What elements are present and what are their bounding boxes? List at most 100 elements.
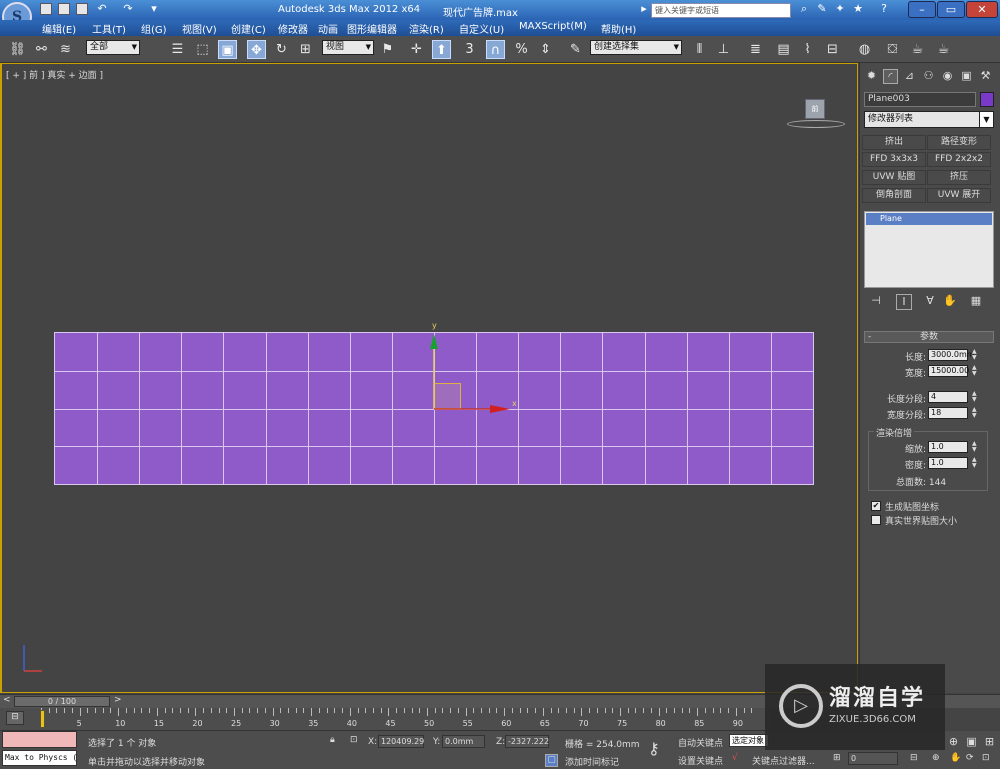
key-filters-button[interactable]: 关键点过滤器... [752, 754, 815, 767]
help-icon[interactable]: ? [876, 2, 892, 17]
open-file-icon[interactable] [58, 3, 70, 15]
window-crossing-icon[interactable]: ▣ [218, 40, 237, 59]
edit-named-selection-icon[interactable]: ✎ [566, 40, 585, 59]
viewport-front[interactable]: [ + ] 前 ] 真实 + 边面 ] 前 y x [0, 63, 858, 693]
width-spinner-icon[interactable]: ▲ ▼ [972, 365, 978, 377]
spinner-snap-icon[interactable]: ⇕ [536, 40, 555, 59]
viewport-label[interactable]: [ + ] 前 ] 真实 + 边面 ] [6, 68, 103, 81]
menu-rendering[interactable]: 渲染(R) [409, 21, 444, 36]
set-key-button[interactable]: 设置关键点 [678, 754, 723, 767]
named-selection-dropdown[interactable]: 创建选择集 ▼ [590, 40, 682, 55]
length-spinner-icon[interactable]: ▲ ▼ [972, 349, 978, 361]
gizmo-x-arrow[interactable] [490, 405, 510, 413]
snaps-toggle-icon[interactable]: 3 [460, 40, 479, 59]
bind-space-warp-icon[interactable]: ≋ [56, 40, 75, 59]
time-next-icon[interactable]: > [114, 695, 122, 705]
object-name-field[interactable]: Plane003 [864, 92, 976, 107]
search-input[interactable]: 键入关键字或短语 [651, 3, 791, 18]
ref-coord-dropdown[interactable]: 视图 ▼ [322, 40, 374, 55]
select-move-icon[interactable]: ✥ [247, 40, 266, 59]
modifier-uvw-map-button[interactable]: UVW 贴图 [862, 170, 926, 185]
key-icon[interactable]: ⚷ [648, 739, 660, 758]
select-link-icon[interactable]: ⛓ [8, 40, 27, 59]
density-input[interactable]: 1.0 [928, 457, 968, 469]
subscription-icon[interactable]: ✎ [814, 2, 830, 17]
move-gizmo[interactable]: y x [422, 316, 522, 416]
render-production-icon[interactable]: ☕ [934, 40, 953, 59]
rectangle-selection-icon[interactable]: ⬚ [193, 40, 212, 59]
graphite-ribbon-icon[interactable]: ▤ [774, 40, 793, 59]
current-frame-input[interactable]: 0 [848, 752, 898, 765]
width-input[interactable]: 15000.00 [928, 365, 969, 377]
menu-views[interactable]: 视图(V) [182, 21, 217, 36]
menu-maxscript[interactable]: MAXScript(M) [519, 21, 587, 32]
render-setup-icon[interactable]: ⛋ [883, 40, 902, 59]
binoculars-icon[interactable]: ⌕ [796, 2, 812, 17]
maximize-button[interactable]: ▭ [937, 1, 965, 18]
density-spinner-icon[interactable]: ▲ ▼ [972, 457, 978, 469]
remove-modifier-icon[interactable]: ✋ [942, 294, 958, 310]
menu-help[interactable]: 帮助(H) [601, 21, 636, 36]
curve-editor-icon[interactable]: ⌇ [798, 40, 817, 59]
display-tab-icon[interactable]: ▣ [959, 69, 974, 84]
new-file-icon[interactable] [40, 3, 52, 15]
width-segs-input[interactable]: 18 [928, 407, 968, 419]
unlink-icon[interactable]: ⚯ [32, 40, 51, 59]
selection-filter-dropdown[interactable]: 全部 ▼ [86, 40, 140, 55]
modifier-ffd333-button[interactable]: FFD 3x3x3 [862, 152, 926, 167]
x-coord-input[interactable]: 120409.29 [378, 735, 424, 748]
object-color-swatch[interactable] [980, 92, 994, 107]
pan-view-icon[interactable]: ✋ [950, 753, 961, 763]
modifier-extrude-button[interactable]: 挤出 [862, 135, 926, 150]
time-tag-icon[interactable]: ▢ [545, 754, 558, 767]
set-key-icon[interactable]: √ [732, 753, 738, 763]
length-segs-input[interactable]: 4 [928, 391, 968, 403]
quick-access-dropdown-icon[interactable]: ▾ [146, 2, 162, 17]
motion-tab-icon[interactable]: ◉ [940, 69, 955, 84]
select-manipulate-icon[interactable]: ✛ [407, 40, 426, 59]
maxscript-listener[interactable] [2, 731, 77, 748]
zoom-extents-all-icon[interactable]: ⊞ [982, 735, 997, 750]
rendered-frame-icon[interactable]: ☕ [908, 40, 927, 59]
modify-tab-icon[interactable]: ◜ [883, 69, 898, 84]
time-slider[interactable]: 0 / 100 [14, 696, 110, 707]
gizmo-y-arrow[interactable] [430, 334, 438, 349]
modifier-unwrap-uvw-button[interactable]: UVW 展开 [927, 188, 991, 203]
maxscript-mini-listener[interactable]: Max to Physcs ( [2, 750, 77, 766]
favorites-icon[interactable]: ★ [850, 2, 866, 17]
maximize-viewport-icon[interactable]: ⊡ [982, 753, 990, 763]
modifier-list-dropdown[interactable]: 修改器列表 ▼ [864, 111, 994, 128]
close-button[interactable]: ✕ [966, 1, 998, 18]
layer-manager-icon[interactable]: ≣ [746, 40, 765, 59]
time-marker[interactable] [40, 710, 45, 728]
pin-stack-icon[interactable]: ⊣ [868, 294, 884, 310]
transform-mode-icon[interactable]: ⊡ [350, 735, 358, 745]
undo-icon[interactable]: ↶ [94, 2, 110, 17]
gen-mapping-checkbox[interactable]: ✔ [871, 501, 881, 511]
pivot-center-icon[interactable]: ⚑ [378, 40, 397, 59]
make-unique-icon[interactable]: ∀ [922, 294, 938, 310]
menu-customize[interactable]: 自定义(U) [459, 21, 504, 36]
schematic-view-icon[interactable]: ⊟ [823, 40, 842, 59]
select-scale-icon[interactable]: ⊞ [296, 40, 315, 59]
scale-input[interactable]: 1.0 [928, 441, 968, 453]
communication-icon[interactable]: ✦ [832, 2, 848, 17]
select-by-name-icon[interactable]: ☰ [168, 40, 187, 59]
material-editor-icon[interactable]: ◍ [855, 40, 874, 59]
frame-options-icon[interactable]: ⊞ [833, 753, 841, 763]
menu-tools[interactable]: 工具(T) [92, 21, 126, 36]
search-arrow-icon[interactable]: ▸ [636, 2, 652, 17]
parameters-rollout-header[interactable]: - 参数 [864, 331, 994, 343]
selected-dropdown[interactable]: 选定对象 [729, 734, 769, 747]
zoom-icon[interactable]: ⊕ [932, 753, 940, 763]
modifier-path-deform-button[interactable]: 路径变形 [927, 135, 991, 150]
mini-curve-editor-icon[interactable]: ⊟ [6, 711, 24, 725]
time-prev-icon[interactable]: < [3, 695, 11, 705]
configure-sets-icon[interactable]: ▦ [968, 294, 984, 310]
percent-snap-icon[interactable]: % [512, 40, 531, 59]
add-time-tag-button[interactable]: 添加时间标记 [565, 755, 619, 768]
create-tab-icon[interactable]: ✹ [864, 69, 879, 84]
menu-animation[interactable]: 动画 [318, 21, 338, 36]
save-file-icon[interactable] [76, 3, 88, 15]
width-segs-spinner-icon[interactable]: ▲ ▼ [972, 407, 978, 419]
